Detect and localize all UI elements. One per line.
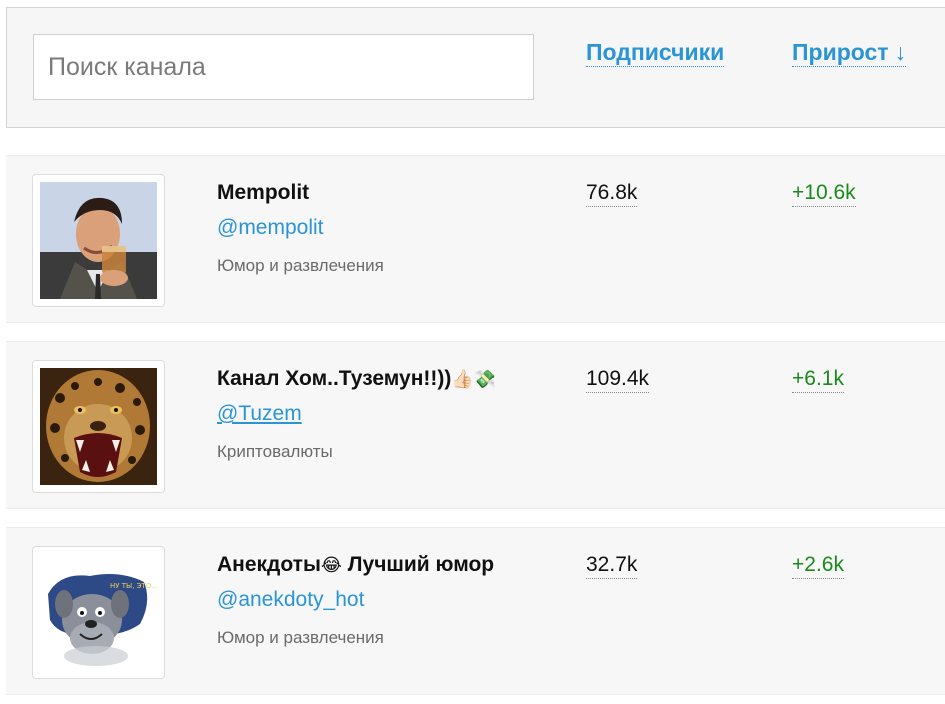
sort-growth-link[interactable]: Прирост ↓ bbox=[792, 38, 907, 67]
channel-title-suffix: Лучший юмор bbox=[341, 553, 495, 576]
channel-title[interactable]: Mempolit bbox=[217, 181, 309, 205]
channel-category: Юмор и развлечения bbox=[217, 628, 384, 647]
subscribers-count: 76.8k bbox=[586, 180, 638, 207]
channel-row[interactable]: Канал Хом..Туземун!!))👍🏻💸 @Tuzem Криптов… bbox=[6, 341, 945, 509]
growth-count: +6.1k bbox=[792, 366, 844, 393]
channel-category: Юмор и развлечения bbox=[217, 256, 384, 275]
laughing-face-icon: 😂 bbox=[320, 555, 342, 576]
man-drinking-avatar[interactable] bbox=[32, 174, 165, 307]
sort-subscribers-label: Подписчики bbox=[586, 39, 725, 65]
channel-title[interactable]: Анекдоты😂 Лучший юмор bbox=[217, 553, 494, 577]
leopard-avatar[interactable] bbox=[32, 360, 165, 493]
channel-handle-link[interactable]: @Tuzem bbox=[217, 402, 302, 426]
channel-category: Криптовалюты bbox=[217, 442, 333, 461]
thumbs-up-money-icon: 👍🏻💸 bbox=[451, 369, 497, 390]
channel-row[interactable]: НУ ТЫ, ЭТО... ЗАХОДИ, ЕСЛИ ЧТО... Анекдо… bbox=[6, 527, 945, 695]
channel-title[interactable]: Канал Хом..Туземун!!))👍🏻💸 bbox=[217, 367, 496, 391]
sort-growth-label: Прирост bbox=[792, 39, 889, 65]
growth-count: +10.6k bbox=[792, 180, 856, 207]
search-input[interactable] bbox=[33, 34, 534, 100]
channel-row[interactable]: Mempolit @mempolit Юмор и развлечения 76… bbox=[6, 155, 945, 323]
growth-count: +2.6k bbox=[792, 552, 844, 579]
sort-arrow-down-icon: ↓ bbox=[894, 39, 907, 65]
subscribers-count: 32.7k bbox=[586, 552, 638, 579]
channel-handle-link[interactable]: @anekdoty_hot bbox=[217, 588, 364, 612]
channel-title-text: Анекдоты bbox=[217, 553, 321, 576]
cartoon-dog-avatar[interactable]: НУ ТЫ, ЭТО... ЗАХОДИ, ЕСЛИ ЧТО... bbox=[32, 546, 165, 679]
sort-subscribers-link[interactable]: Подписчики bbox=[586, 38, 725, 67]
sticker-caption: НУ ТЫ, ЭТО... ЗАХОДИ, ЕСЛИ ЧТО... bbox=[110, 582, 157, 590]
channel-title-text: Mempolit bbox=[217, 181, 310, 204]
channel-handle-link[interactable]: @mempolit bbox=[217, 216, 324, 240]
subscribers-count: 109.4k bbox=[586, 366, 650, 393]
channel-title-text: Канал Хом..Туземун!!)) bbox=[217, 367, 452, 390]
